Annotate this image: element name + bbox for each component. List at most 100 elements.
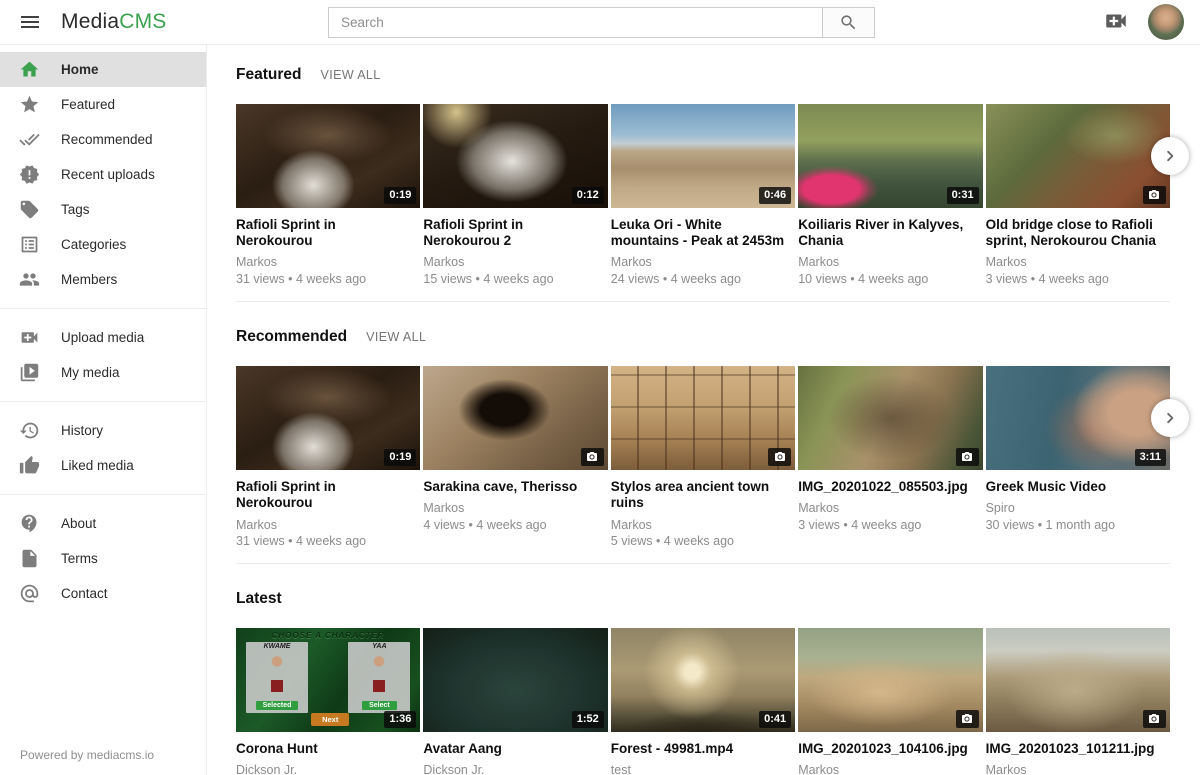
media-author[interactable]: Markos <box>236 254 420 271</box>
tag-icon <box>19 199 40 220</box>
media-thumbnail[interactable]: 1:52 <box>423 628 607 732</box>
menu-toggle-button[interactable] <box>17 9 43 35</box>
sidebar-item-label: Tags <box>61 202 90 217</box>
media-title: Corona Hunt <box>236 741 414 757</box>
media-thumbnail[interactable] <box>423 366 607 470</box>
media-thumbnail[interactable] <box>611 366 795 470</box>
sidebar-item-recent-uploads[interactable]: Recent uploads <box>0 157 206 192</box>
logo-cms-text: CMS <box>119 10 166 33</box>
media-card[interactable]: IMG_20201023_104106.jpg Markos 4 views •… <box>798 628 982 775</box>
sidebar-item-upload-media[interactable]: Upload media <box>0 320 206 355</box>
media-card[interactable]: 0:12 Rafioli Sprint in Nerokourou 2 Mark… <box>423 104 607 288</box>
section-header: Recommended VIEW ALL <box>236 328 1170 346</box>
header: MediaCMS <box>0 0 1200 45</box>
media-meta: 15 views • 4 weeks ago <box>423 271 607 288</box>
sidebar-item-label: Liked media <box>61 458 134 473</box>
photo-badge <box>956 710 979 728</box>
media-thumbnail[interactable]: 1:36 CHOOSE A CHARACTERKWAMESelectedYAAS… <box>236 628 420 732</box>
sidebar-item-label: Recent uploads <box>61 167 155 182</box>
sidebar-item-home[interactable]: Home <box>0 52 206 87</box>
chevron-right-icon <box>1159 145 1181 167</box>
sidebar-item-categories[interactable]: Categories <box>0 227 206 262</box>
media-card[interactable]: 0:19 Rafioli Sprint in Nerokourou Markos… <box>236 104 420 288</box>
media-thumbnail[interactable]: 3:11 <box>986 366 1170 470</box>
media-author[interactable]: Markos <box>611 254 795 271</box>
media-card[interactable]: IMG_20201022_085503.jpg Markos 3 views •… <box>798 366 982 550</box>
logo[interactable]: MediaCMS <box>61 10 166 34</box>
media-author[interactable]: Markos <box>986 254 1170 271</box>
user-avatar[interactable] <box>1148 4 1184 40</box>
media-meta: 24 views • 4 weeks ago <box>611 271 795 288</box>
media-author[interactable]: Dickson Jr. <box>423 762 607 775</box>
media-card[interactable]: IMG_20201023_101211.jpg Markos 4 views •… <box>986 628 1170 775</box>
media-thumbnail[interactable] <box>798 628 982 732</box>
media-author[interactable]: Markos <box>236 517 420 534</box>
sidebar-item-members[interactable]: Members <box>0 262 206 297</box>
sidebar-item-contact[interactable]: Contact <box>0 576 206 611</box>
media-author[interactable]: Markos <box>798 762 982 775</box>
media-thumbnail[interactable]: 0:46 <box>611 104 795 208</box>
chevron-right-icon <box>1159 407 1181 429</box>
sidebar-item-terms[interactable]: Terms <box>0 541 206 576</box>
sidebar-group: History Liked media <box>0 401 206 494</box>
media-author[interactable]: test <box>611 762 795 775</box>
media-author[interactable]: Markos <box>986 762 1170 775</box>
scroll-right-button[interactable] <box>1151 399 1189 437</box>
media-card[interactable]: Stylos area ancient town ruins Markos 5 … <box>611 366 795 550</box>
search-button[interactable] <box>822 7 875 38</box>
media-thumbnail[interactable] <box>986 104 1170 208</box>
sidebar-item-label: Featured <box>61 97 115 112</box>
sidebar-item-history[interactable]: History <box>0 413 206 448</box>
media-thumbnail[interactable]: 0:12 <box>423 104 607 208</box>
media-card[interactable]: Sarakina cave, Therisso Markos 4 views •… <box>423 366 607 550</box>
duration-badge: 0:19 <box>384 187 416 204</box>
media-thumbnail[interactable] <box>798 366 982 470</box>
powered-by-text: Powered by mediacms.io <box>20 748 154 762</box>
sidebar-item-my-media[interactable]: My media <box>0 355 206 390</box>
media-author[interactable]: Markos <box>611 517 795 534</box>
camera-icon <box>586 451 598 463</box>
media-card-text: Rafioli Sprint in Nerokourou Markos 31 v… <box>236 479 420 550</box>
media-author[interactable]: Markos <box>423 500 607 517</box>
media-thumbnail[interactable] <box>986 628 1170 732</box>
media-meta: 30 views • 1 month ago <box>986 517 1170 534</box>
media-card[interactable]: 0:41 Forest - 49981.mp4 test 17 views • … <box>611 628 795 775</box>
media-thumbnail[interactable]: 0:19 <box>236 104 420 208</box>
people-icon <box>19 269 40 290</box>
media-author[interactable]: Markos <box>798 500 982 517</box>
media-card[interactable]: Old bridge close to Rafioli sprint, Nero… <box>986 104 1170 288</box>
media-title: Koiliaris River in Kalyves, Chania <box>798 217 976 249</box>
media-thumbnail[interactable]: 0:19 <box>236 366 420 470</box>
sidebar-item-featured[interactable]: Featured <box>0 87 206 122</box>
media-thumbnail[interactable]: 0:41 <box>611 628 795 732</box>
sidebar-item-tags[interactable]: Tags <box>0 192 206 227</box>
duration-badge: 0:46 <box>759 187 791 204</box>
search-input[interactable] <box>328 7 822 38</box>
camera-icon <box>1148 189 1160 201</box>
media-card-text: Leuka Ori - White mountains - Peak at 24… <box>611 217 795 288</box>
media-thumbnail[interactable]: 0:31 <box>798 104 982 208</box>
sidebar-item-label: Contact <box>61 586 108 601</box>
view-all-link[interactable]: VIEW ALL <box>320 68 380 82</box>
media-card[interactable]: 0:19 Rafioli Sprint in Nerokourou Markos… <box>236 366 420 550</box>
media-card[interactable]: 3:11 Greek Music Video Spiro 30 views • … <box>986 366 1170 550</box>
sidebar-item-label: Categories <box>61 237 126 252</box>
media-author[interactable]: Spiro <box>986 500 1170 517</box>
sidebar-item-liked-media[interactable]: Liked media <box>0 448 206 483</box>
media-title: Rafioli Sprint in Nerokourou <box>236 479 414 511</box>
sidebar-item-recommended[interactable]: Recommended <box>0 122 206 157</box>
media-author[interactable]: Markos <box>798 254 982 271</box>
sidebar-item-label: Upload media <box>61 330 144 345</box>
sidebar-item-about[interactable]: About <box>0 506 206 541</box>
scroll-right-button[interactable] <box>1151 137 1189 175</box>
media-author[interactable]: Dickson Jr. <box>236 762 420 775</box>
upload-media-button[interactable] <box>1102 8 1130 36</box>
media-card[interactable]: 0:31 Koiliaris River in Kalyves, Chania … <box>798 104 982 288</box>
media-author[interactable]: Markos <box>423 254 607 271</box>
media-card[interactable]: 0:46 Leuka Ori - White mountains - Peak … <box>611 104 795 288</box>
view-all-link[interactable]: VIEW ALL <box>366 330 426 344</box>
logo-media-text: Media <box>61 10 119 33</box>
media-card-text: Avatar Aang Dickson Jr. 12 views • 1 wee… <box>423 741 607 775</box>
media-card[interactable]: 1:36 CHOOSE A CHARACTERKWAMESelectedYAAS… <box>236 628 420 775</box>
media-card[interactable]: 1:52 Avatar Aang Dickson Jr. 12 views • … <box>423 628 607 775</box>
